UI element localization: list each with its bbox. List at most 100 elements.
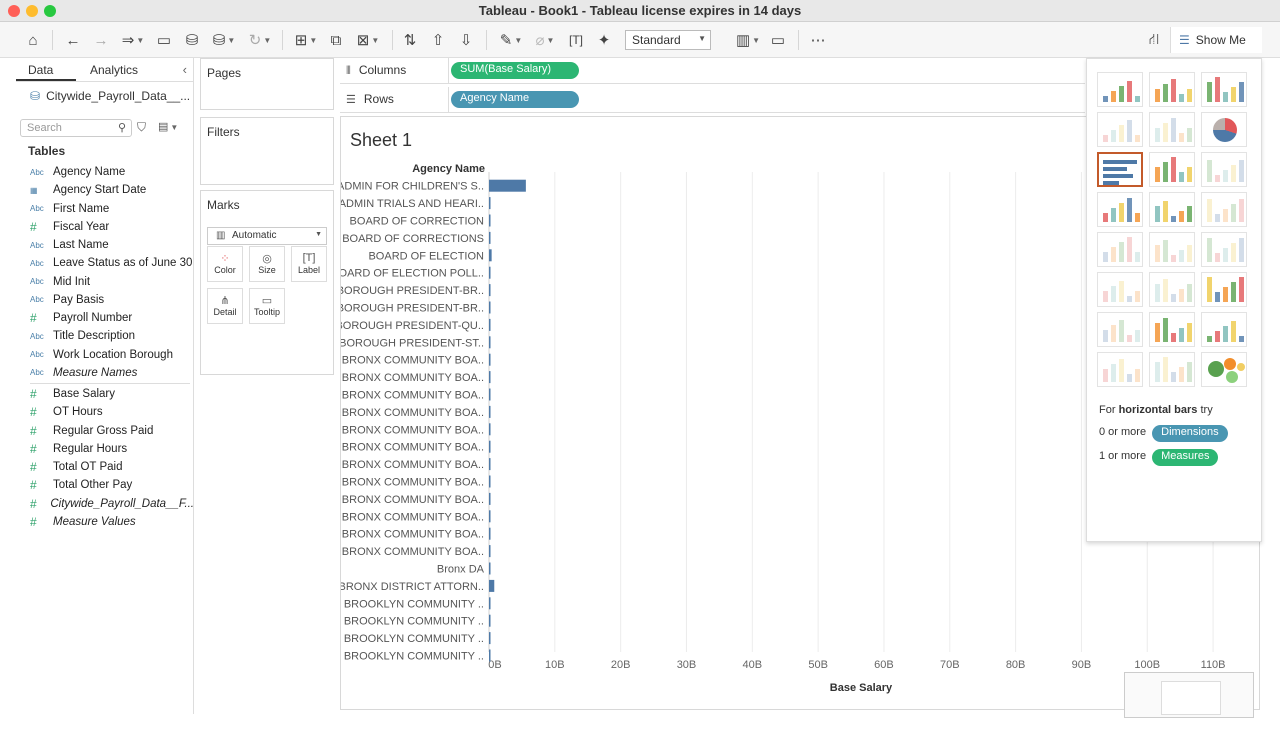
- collapse-pane-icon[interactable]: ‹: [183, 62, 187, 77]
- side-by-side-bars-thumb[interactable]: [1201, 152, 1247, 187]
- show-labels-icon[interactable]: [T]: [566, 28, 586, 52]
- category-label[interactable]: BOARD OF CORRECTION: [350, 216, 485, 228]
- tooltip-button[interactable]: ▭ Tooltip: [249, 288, 285, 324]
- share-icon[interactable]: ⋯: [808, 28, 828, 52]
- category-label[interactable]: BROOKLYN COMMUNITY ..: [344, 598, 484, 610]
- horizontal-bars-thumb[interactable]: [1097, 152, 1143, 187]
- bar[interactable]: [489, 353, 491, 366]
- color-button[interactable]: ⁘ Color: [207, 246, 243, 282]
- new-worksheet-icon[interactable]: ⊞ ▼: [290, 28, 322, 52]
- treemap-thumb[interactable]: [1097, 192, 1143, 227]
- redo-icon[interactable]: →: [90, 28, 112, 52]
- category-label[interactable]: BOARD OF CORRECTIONS: [342, 233, 484, 245]
- area-discrete-thumb[interactable]: [1149, 272, 1195, 307]
- field-item[interactable]: Abc First Name: [16, 200, 194, 218]
- category-label[interactable]: BRONX COMMUNITY BOA..: [342, 355, 484, 367]
- field-item[interactable]: Abc Pay Basis: [16, 291, 194, 309]
- bar[interactable]: [489, 510, 491, 523]
- field-item[interactable]: # Payroll Number: [16, 309, 194, 327]
- swap-rows-columns-icon[interactable]: ⇅: [400, 28, 420, 52]
- tab-analytics[interactable]: Analytics: [78, 58, 138, 81]
- line-continuous-thumb[interactable]: [1097, 232, 1143, 267]
- category-label[interactable]: BRONX COMMUNITY BOA..: [342, 372, 484, 384]
- field-item[interactable]: Abc Leave Status as of June 30: [16, 254, 194, 272]
- field-item[interactable]: # OT Hours: [16, 403, 194, 421]
- box-whisker-thumb[interactable]: [1201, 312, 1247, 347]
- refresh-icon[interactable]: ↻ ▼: [244, 28, 276, 52]
- category-label[interactable]: BOARD OF ELECTION POLL..: [341, 268, 484, 280]
- packed-bubbles-thumb[interactable]: [1201, 352, 1247, 387]
- tab-data[interactable]: Data: [16, 58, 76, 81]
- rows-pill-agency-name[interactable]: Agency Name: [451, 91, 579, 108]
- category-label[interactable]: BOROUGH PRESIDENT-QU..: [341, 320, 484, 332]
- x-axis-title[interactable]: Base Salary: [821, 682, 901, 694]
- category-label[interactable]: BOROUGH PRESIDENT-BR..: [341, 303, 484, 315]
- show-hide-cards-icon[interactable]: ▥ ▼: [732, 28, 764, 52]
- bar[interactable]: [489, 579, 495, 592]
- group-members-icon[interactable]: ⌀ ▼: [530, 28, 560, 52]
- circle-views-thumb[interactable]: [1149, 192, 1195, 227]
- category-label[interactable]: BRONX COMMUNITY BOA..: [342, 511, 484, 523]
- heat-map-thumb[interactable]: [1149, 72, 1195, 107]
- rows-shelf[interactable]: ☰ Rows Agency Name: [340, 87, 1085, 113]
- bar[interactable]: [489, 632, 491, 645]
- bar[interactable]: [489, 336, 491, 349]
- x-tick-label[interactable]: 40B: [743, 659, 763, 671]
- field-item[interactable]: # Regular Hours: [16, 440, 194, 458]
- bar[interactable]: [489, 545, 491, 558]
- bullet-graph-thumb[interactable]: [1149, 352, 1195, 387]
- filter-fields-icon[interactable]: ⛉: [137, 120, 146, 135]
- bar[interactable]: [489, 371, 491, 384]
- symbol-map-thumb[interactable]: [1097, 112, 1143, 147]
- field-item[interactable]: Abc Agency Name: [16, 163, 194, 181]
- bar[interactable]: [489, 597, 491, 610]
- highlight-table-thumb[interactable]: [1201, 72, 1247, 107]
- area-continuous-thumb[interactable]: [1097, 272, 1143, 307]
- field-item[interactable]: Abc Last Name: [16, 236, 194, 254]
- category-label[interactable]: ADMIN TRIALS AND HEARI..: [341, 198, 484, 210]
- dual-combination-thumb[interactable]: [1201, 272, 1247, 307]
- bar[interactable]: [489, 440, 491, 453]
- columns-pill-sum-base-salary[interactable]: SUM(Base Salary): [451, 62, 579, 79]
- sort-ascending-icon[interactable]: ⇧: [428, 28, 448, 52]
- columns-shelf[interactable]: ⦀ Columns SUM(Base Salary): [340, 58, 1085, 84]
- histogram-thumb[interactable]: [1149, 312, 1195, 347]
- x-tick-label[interactable]: 80B: [1006, 659, 1026, 671]
- field-item[interactable]: # Total Other Pay: [16, 476, 194, 494]
- datasource-item[interactable]: ⛁ Citywide_Payroll_Data__...: [16, 82, 193, 106]
- field-item[interactable]: Abc Measure Names: [16, 364, 194, 382]
- category-label[interactable]: BRONX COMMUNITY BOA..: [342, 459, 484, 471]
- new-datasource-icon[interactable]: ⛁: [182, 28, 202, 52]
- field-item[interactable]: # Fiscal Year: [16, 218, 194, 236]
- category-label[interactable]: BOARD OF ELECTION: [368, 250, 484, 262]
- x-tick-label[interactable]: 20B: [611, 659, 631, 671]
- category-label[interactable]: BRONX COMMUNITY BOA..: [342, 424, 484, 436]
- bar[interactable]: [489, 214, 491, 227]
- replay-animation-icon[interactable]: ⇒ ▼: [116, 28, 150, 52]
- x-tick-label[interactable]: 10B: [545, 659, 565, 671]
- bar[interactable]: [489, 458, 491, 471]
- detail-button[interactable]: ⋔ Detail: [207, 288, 243, 324]
- field-item[interactable]: Abc Title Description: [16, 327, 194, 345]
- stacked-bars-thumb[interactable]: [1149, 152, 1195, 187]
- bar[interactable]: [489, 179, 526, 192]
- bar[interactable]: [489, 527, 491, 540]
- x-tick-label[interactable]: 70B: [940, 659, 960, 671]
- field-item[interactable]: ▦ Agency Start Date: [16, 181, 194, 199]
- category-label[interactable]: BRONX DISTRICT ATTORN..: [341, 581, 484, 593]
- clear-sheet-icon[interactable]: ⊠ ▼: [352, 28, 384, 52]
- search-input[interactable]: Search ⚲: [20, 119, 132, 137]
- mark-type-select[interactable]: ▥ Automatic ▼: [207, 227, 327, 245]
- category-label[interactable]: BRONX COMMUNITY BOA..: [342, 546, 484, 558]
- category-label[interactable]: BRONX COMMUNITY BOA..: [342, 390, 484, 402]
- bar[interactable]: [489, 318, 491, 331]
- bar[interactable]: [489, 231, 491, 244]
- category-label[interactable]: BRONX COMMUNITY BOA..: [342, 529, 484, 541]
- bar[interactable]: [489, 266, 491, 279]
- side-by-side-circles-thumb[interactable]: [1201, 192, 1247, 227]
- category-label[interactable]: Bronx DA: [437, 564, 485, 576]
- save-icon[interactable]: ▭: [154, 28, 174, 52]
- field-item[interactable]: # Regular Gross Paid: [16, 422, 194, 440]
- gantt-thumb[interactable]: [1097, 352, 1143, 387]
- field-item[interactable]: Abc Work Location Borough: [16, 346, 194, 364]
